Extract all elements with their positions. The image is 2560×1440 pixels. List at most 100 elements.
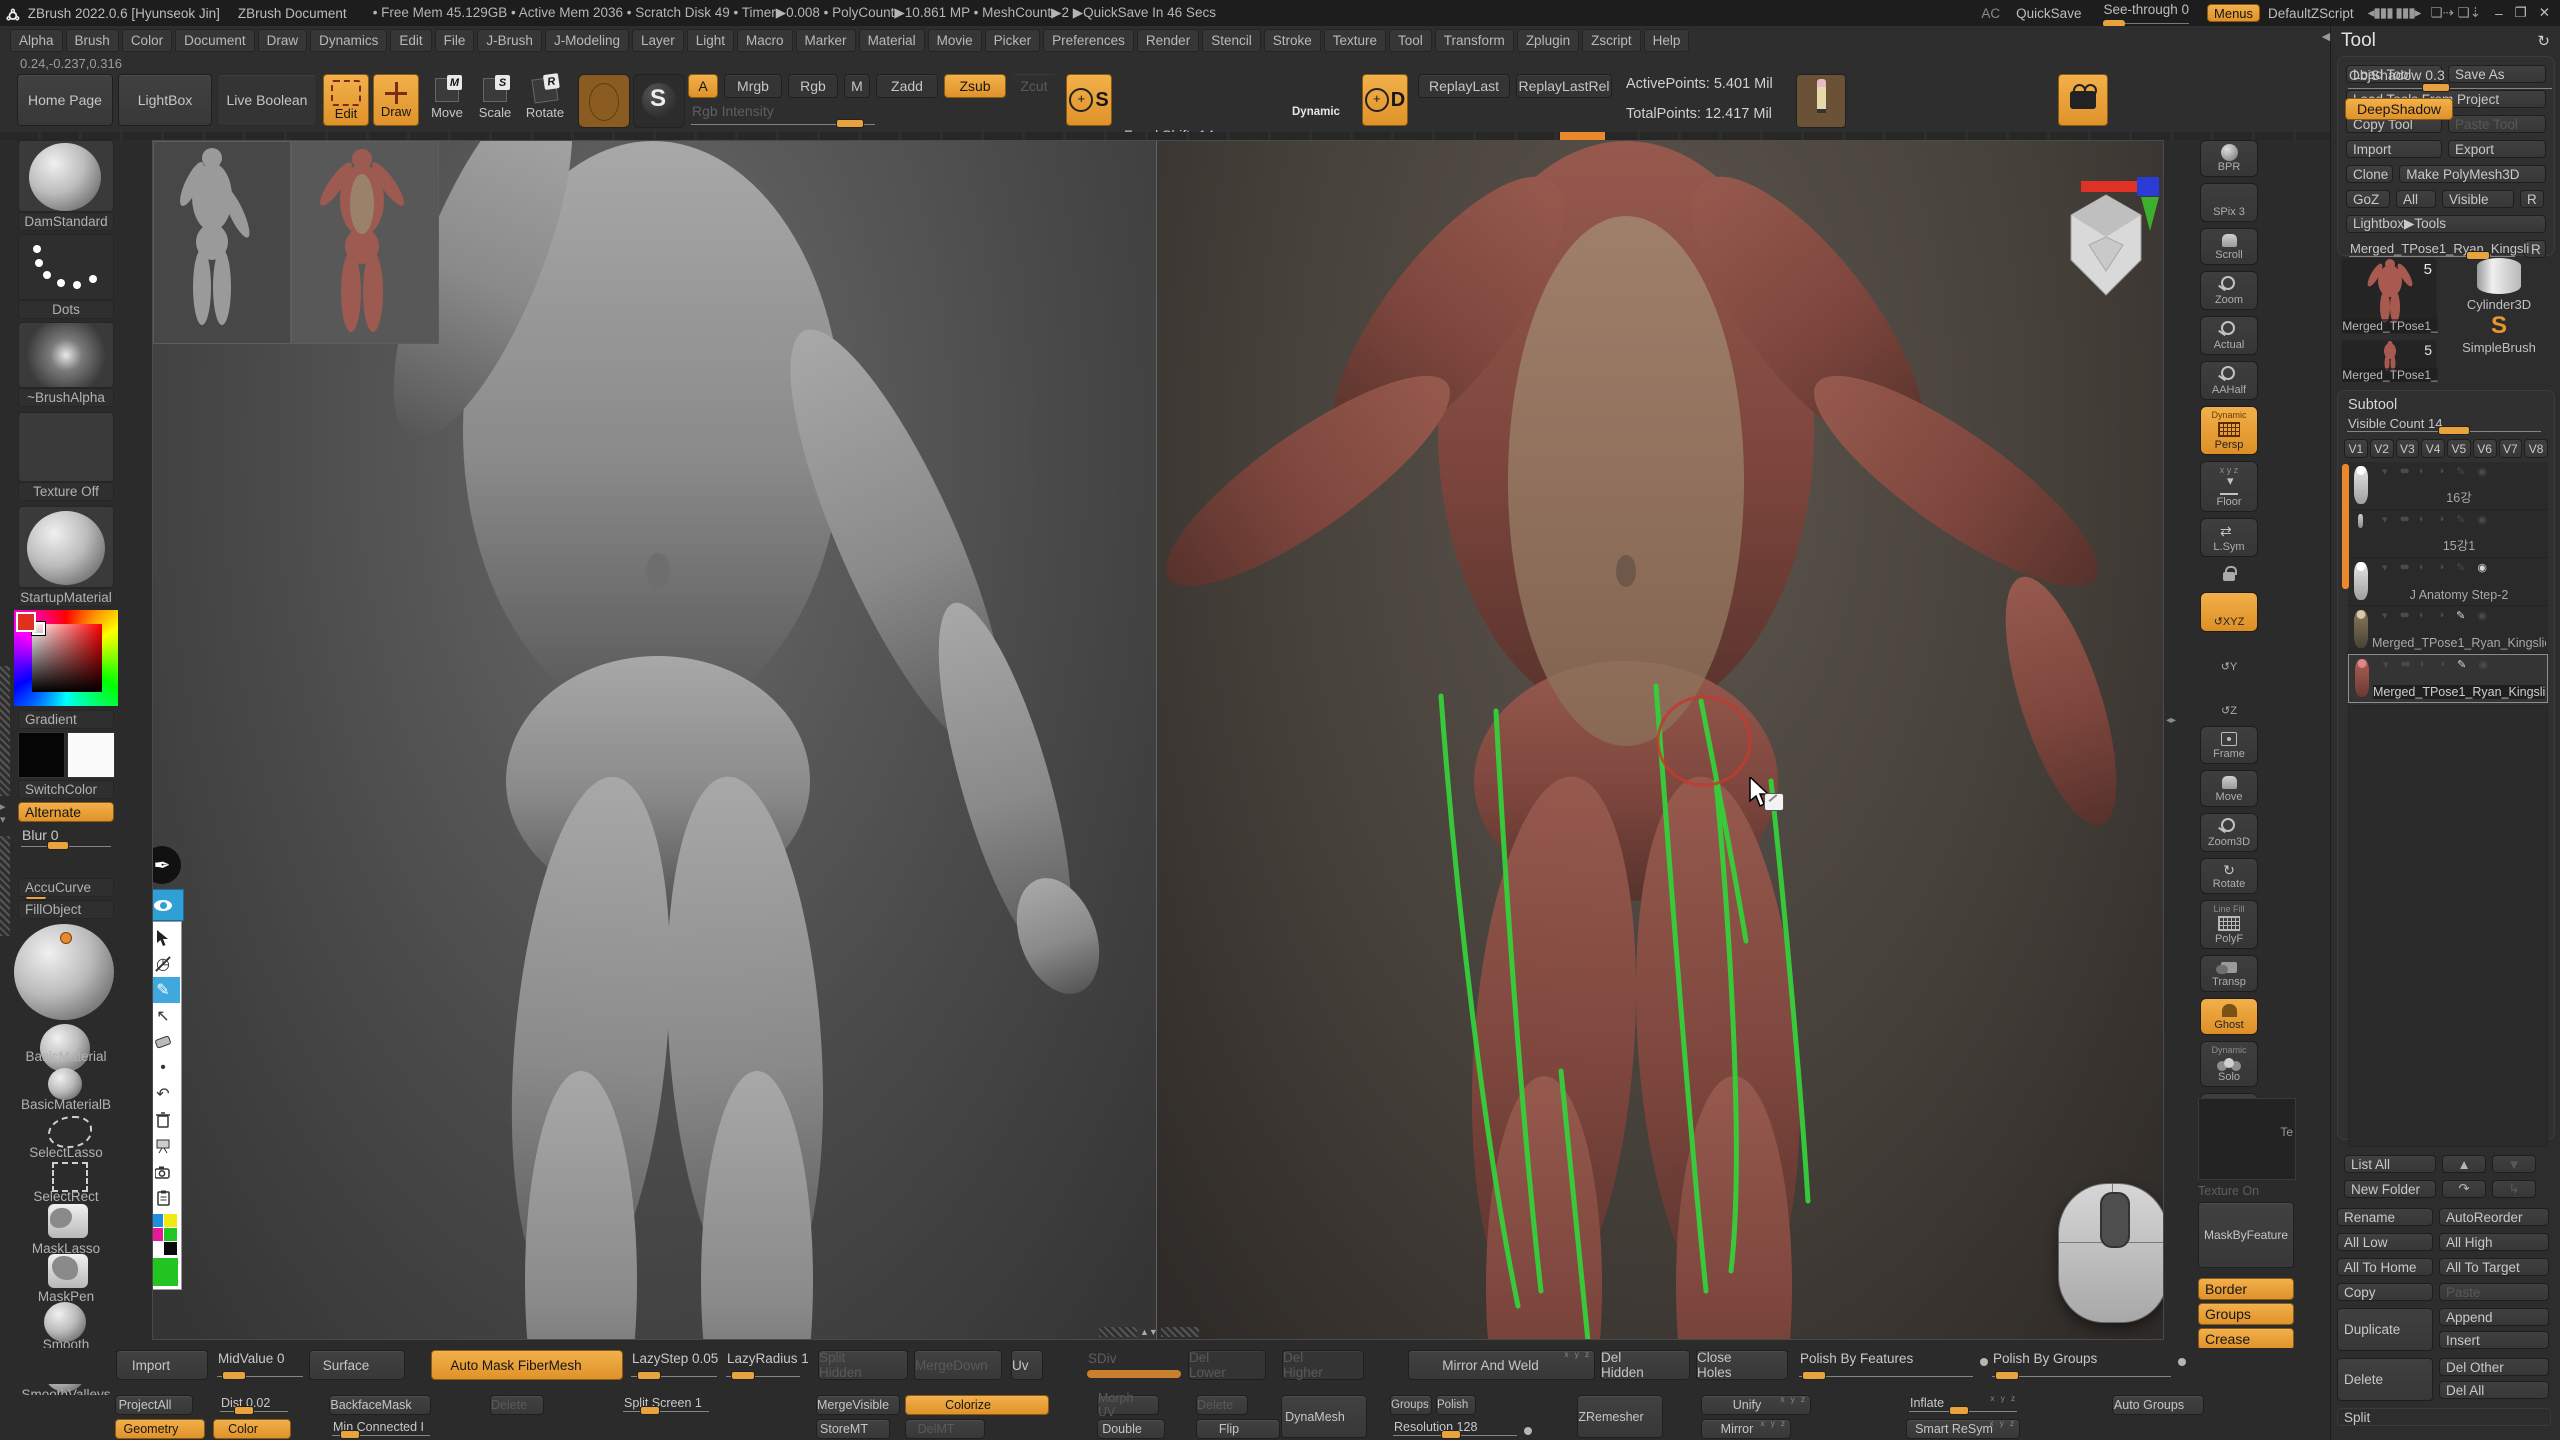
tray-tool-button[interactable]: Zoom <box>2200 271 2258 310</box>
list-order-icon[interactable]: ▾ <box>2382 465 2388 478</box>
navigator-thumb-right[interactable] <box>291 141 439 344</box>
goz-r-button[interactable]: R <box>2520 190 2544 208</box>
pair-visibility-icon[interactable]: ●● <box>2400 513 2407 526</box>
bottom-control[interactable]: Uv <box>1011 1350 1043 1380</box>
goz-visible-button[interactable]: Visible <box>2442 190 2514 208</box>
bottom-control[interactable]: x y z Smart ReSym <box>1906 1419 2020 1439</box>
tray-divider2[interactable] <box>0 836 10 936</box>
groups-button[interactable]: Groups <box>2198 1303 2294 1325</box>
alpha-thumb-brushalpha[interactable] <box>18 322 114 388</box>
see-through-slider[interactable]: See-through 0 <box>2103 2 2189 24</box>
bottom-control[interactable]: Color <box>213 1419 291 1439</box>
deep-shadow-button[interactable]: DeepShadow <box>2345 98 2453 120</box>
autoreorder-button[interactable]: AutoReorder <box>2439 1208 2549 1226</box>
dot-tool-icon[interactable]: • <box>152 1055 176 1081</box>
list-order-icon[interactable]: ▾ <box>2383 658 2389 671</box>
tray-divider[interactable] <box>0 666 10 796</box>
crease-button[interactable]: Crease <box>2198 1328 2294 1350</box>
tray-tool-button[interactable]: ↻ Rotate <box>2200 858 2258 894</box>
move-into-button[interactable]: ↳ <box>2492 1180 2536 1198</box>
pair-visibility-icon[interactable]: ●● <box>2400 609 2407 622</box>
trash-icon[interactable] <box>152 1107 176 1133</box>
pair-visibility-icon[interactable]: ●● <box>2400 465 2407 478</box>
bottom-control[interactable]: Close Holes <box>1696 1350 1788 1380</box>
playback-icons[interactable]: ◂▮▮▮ ▮▮▮▸ <box>2368 5 2421 21</box>
contrast-icon[interactable]: ◐ <box>2419 561 2426 574</box>
all-to-home-button[interactable]: All To Home <box>2337 1258 2433 1276</box>
doc-title[interactable]: ZBrush Document <box>238 6 347 21</box>
rename-button[interactable]: Rename <box>2337 1208 2433 1226</box>
delete-subtool-button[interactable]: Delete <box>2337 1358 2433 1401</box>
view-tab[interactable]: V4 <box>2421 439 2445 458</box>
menu-item[interactable]: Light <box>687 29 734 52</box>
subtool-row[interactable]: ▾ ●● ◐ ◑ ✎ ◉ Merged_TPose1_Ryan_Kingslie… <box>2348 606 2548 654</box>
menu-item[interactable]: Help <box>1644 29 1690 52</box>
menu-item[interactable]: Draw <box>258 29 308 52</box>
bottom-control[interactable]: Resolution 128 <box>1390 1419 1520 1439</box>
tray-tool-button[interactable]: Ghost <box>2200 998 2258 1035</box>
view-tab[interactable]: V8 <box>2524 439 2548 458</box>
navigator-thumb-left[interactable] <box>153 141 291 344</box>
menu-item[interactable]: Zplugin <box>1517 29 1579 52</box>
halftone-icon[interactable]: ◑ <box>2438 658 2445 671</box>
contrast-icon[interactable]: ◐ <box>2419 465 2426 478</box>
bottom-control[interactable]: LazyStep 0.05 <box>628 1350 720 1380</box>
move-up-button[interactable]: ▲ <box>2442 1155 2486 1173</box>
canvas-splitter-handle[interactable]: ▲▼ <box>1099 1325 1199 1339</box>
import-button[interactable]: Import <box>2346 140 2442 158</box>
bottom-control[interactable]: MergeDown <box>914 1350 1002 1380</box>
stroke-size-button[interactable]: + S <box>1066 74 1112 126</box>
all-to-target-button[interactable]: All To Target <box>2439 1258 2549 1276</box>
view-tab[interactable]: V2 <box>2370 439 2394 458</box>
blur-slider[interactable]: Blur 0 <box>18 826 114 850</box>
menu-item[interactable]: Movie <box>928 29 982 52</box>
secondary-tool-thumb[interactable]: 5 Merged_TPose1_ <box>2341 340 2437 382</box>
visibility-icon[interactable]: ◉ <box>2477 513 2487 526</box>
polypaint-icon[interactable]: ✎ <box>2456 465 2465 478</box>
undo-icon[interactable]: ↶ <box>152 1081 176 1107</box>
new-folder-button[interactable]: New Folder <box>2344 1180 2436 1198</box>
marker-tool-icon[interactable]: ✎ <box>152 977 180 1003</box>
bottom-control[interactable]: Del Lower <box>1188 1350 1266 1380</box>
tray-tool-button[interactable]: Line Fill PolyF <box>2200 900 2258 949</box>
tray-tool-button[interactable]: Scroll <box>2200 228 2258 265</box>
view-tab[interactable]: V3 <box>2396 439 2420 458</box>
bottom-control[interactable]: Geometry <box>115 1419 205 1439</box>
subtool-scrollbar[interactable] <box>2342 464 2349 589</box>
menu-item[interactable]: Marker <box>796 29 856 52</box>
bottom-control[interactable]: Auto Mask FiberMesh <box>431 1350 623 1380</box>
tray-tool-button[interactable]: Transp <box>2200 955 2258 992</box>
goz-button[interactable]: GoZ <box>2346 190 2390 208</box>
tray-tool-button[interactable]: BPR <box>2200 140 2258 177</box>
bottom-control[interactable]: Split Hidden <box>818 1350 908 1380</box>
menu-item[interactable]: Picker <box>985 29 1041 52</box>
replay-last-button[interactable]: ReplayLast <box>1418 74 1510 98</box>
live-boolean-button[interactable]: Live Boolean <box>217 74 317 126</box>
pair-visibility-icon[interactable]: ●● <box>2400 561 2407 574</box>
bottom-control[interactable]: Import <box>116 1350 208 1380</box>
bottom-control[interactable]: Morph UV <box>1097 1395 1159 1415</box>
menu-item[interactable]: Stroke <box>1264 29 1321 52</box>
bottom-control[interactable]: x y z Inflate <box>1906 1395 2020 1415</box>
subtool-row[interactable]: ▾ ●● ◐ ◑ ✎ ◉ J Anatomy Step-2 <box>2348 558 2548 606</box>
bottom-control[interactable]: x y z Mirror And Weld <box>1408 1350 1595 1380</box>
bottom-control[interactable]: Dist 0.02 <box>217 1395 291 1415</box>
zsub-button[interactable]: Zsub <box>944 74 1006 98</box>
texture-thumb-off[interactable] <box>18 412 114 482</box>
active-tool-thumb[interactable]: 5 Merged_TPose1_ <box>2341 258 2437 334</box>
menu-item[interactable]: J-Modeling <box>545 29 629 52</box>
m-button[interactable]: M <box>844 74 870 98</box>
polypaint-icon[interactable]: ✎ <box>2456 561 2465 574</box>
tray-tool-button[interactable]: ↺Z <box>2200 682 2258 720</box>
stroke-thumb-dots[interactable] <box>18 234 114 300</box>
border-button[interactable]: Border <box>2198 1278 2294 1300</box>
window-stack-icons[interactable]: ❏⇢ ❏⇣ <box>2430 5 2481 21</box>
tray-divider-arrows[interactable]: ▸▾ <box>0 800 6 826</box>
duplicate-button[interactable]: Duplicate <box>2337 1308 2433 1351</box>
tray-tool-button[interactable]: ↺XYZ <box>2200 592 2258 632</box>
edit-button[interactable]: Edit <box>323 74 369 126</box>
move-button[interactable]: M Move <box>425 78 469 120</box>
active-color-swatch[interactable] <box>152 1258 178 1286</box>
menu-item[interactable]: Brush <box>66 29 119 52</box>
bottom-control[interactable]: ProjectAll <box>115 1395 193 1415</box>
